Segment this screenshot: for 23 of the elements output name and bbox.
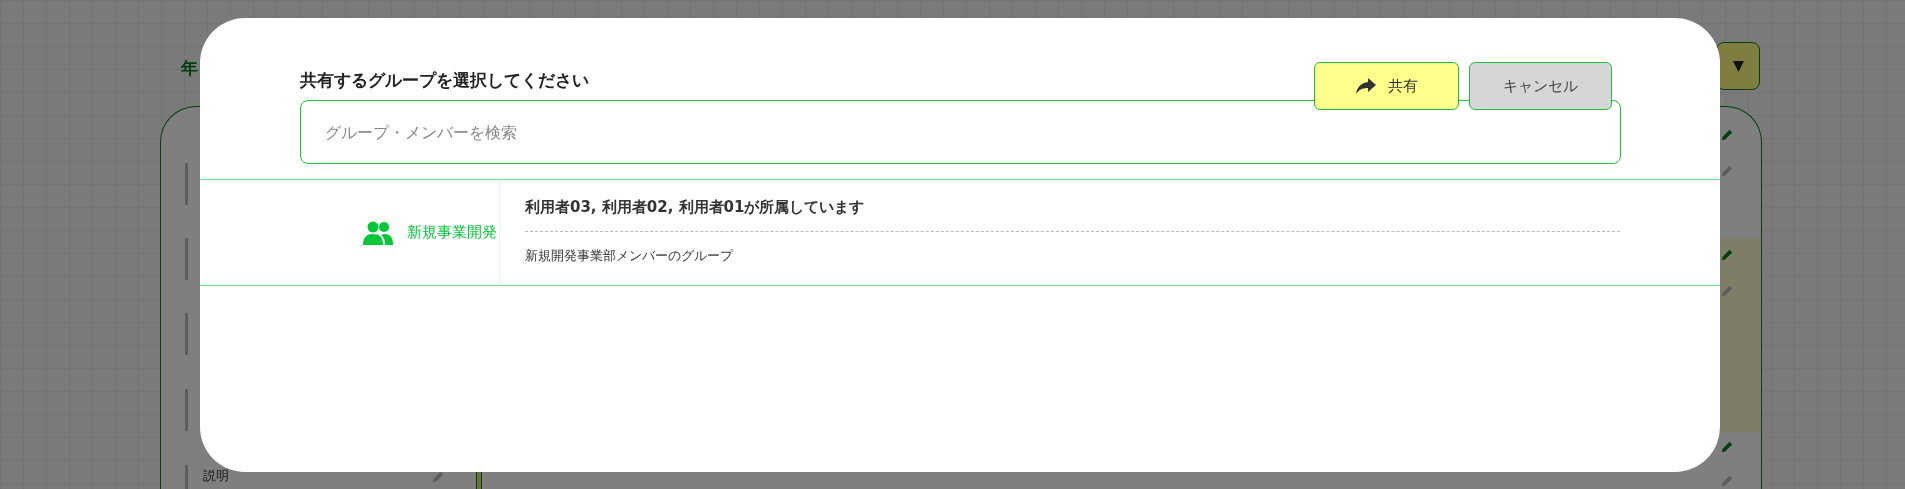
drag-handle[interactable] (185, 163, 188, 205)
dialog-title: 共有するグループを選択してください (300, 69, 589, 92)
heading-text: 年 (181, 57, 198, 80)
drag-handle[interactable] (185, 389, 188, 431)
share-icon (1355, 78, 1376, 94)
field-label: 説明 (203, 467, 229, 485)
group-members: 利用者03, 利用者02, 利用者01が所属しています (525, 196, 1620, 232)
search-field[interactable]: グループ・メンバーを検索 (300, 100, 1621, 164)
group-name: 新規事業開発 (407, 222, 497, 244)
drag-handle[interactable] (185, 313, 188, 355)
drag-handle[interactable] (185, 238, 188, 280)
dropdown-button[interactable] (1716, 42, 1760, 90)
edit-icon[interactable] (1720, 440, 1734, 454)
edit-icon[interactable] (1720, 128, 1734, 142)
group-row[interactable]: 新規事業開発 利用者03, 利用者02, 利用者01が所属しています 新規開発事業部メンバーのグループ (200, 180, 1720, 286)
share-button[interactable]: 共有 (1314, 62, 1459, 110)
cancel-button[interactable]: キャンセル (1469, 62, 1612, 110)
users-icon (363, 220, 393, 245)
edit-icon[interactable] (431, 470, 445, 484)
caret-icon (1731, 60, 1745, 72)
edit-icon[interactable] (1720, 248, 1734, 262)
drag-handle[interactable] (185, 465, 188, 489)
group-description: 新規開発事業部メンバーのグループ (525, 246, 735, 265)
